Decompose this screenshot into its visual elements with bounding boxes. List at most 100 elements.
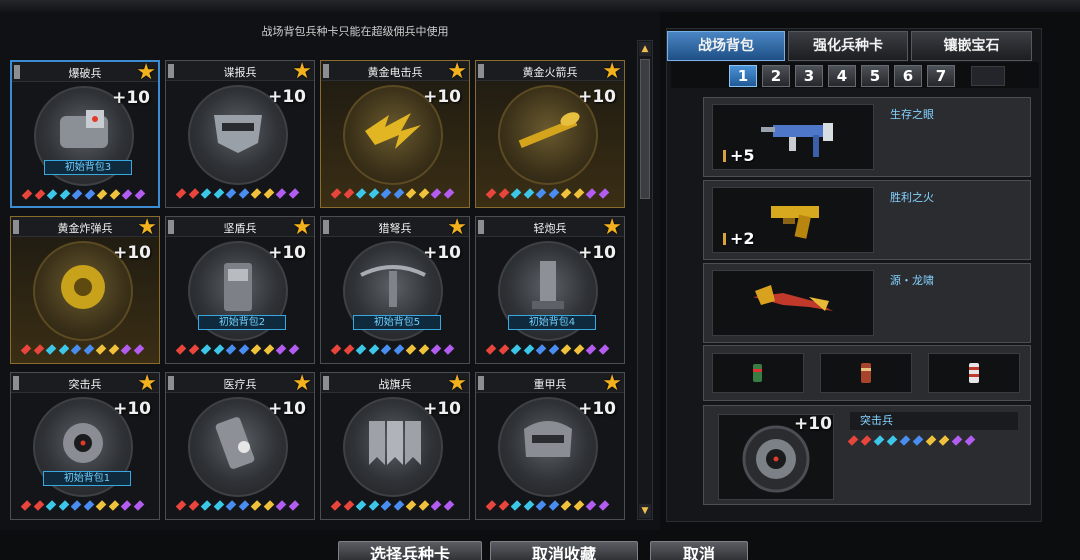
- weapon-image: [712, 270, 874, 336]
- soldier-plus: +10: [794, 414, 832, 434]
- gem-icon: [573, 344, 584, 355]
- soldier-card[interactable]: 医疗兵 ★ +10: [165, 371, 315, 520]
- weapon-slot-2[interactable]: +2 胜利之火: [703, 180, 1031, 260]
- gem-icon: [175, 188, 187, 199]
- grenade-slot[interactable]: [712, 353, 804, 393]
- unfavorite-button[interactable]: 取消收藏: [490, 541, 638, 560]
- gem-icon: [45, 344, 57, 355]
- grenade-slot[interactable]: [928, 353, 1020, 393]
- scroll-thumb[interactable]: [640, 59, 650, 199]
- card-gems: [330, 344, 463, 355]
- weapon-slot-1[interactable]: +5 生存之眼: [703, 97, 1031, 177]
- gem-icon: [964, 435, 976, 446]
- grenade-slot[interactable]: [820, 353, 912, 393]
- star-icon: ★: [292, 59, 312, 84]
- soldier-card[interactable]: 黄金炸弹兵 ★ +10: [10, 215, 160, 364]
- card-plus: +10: [268, 87, 306, 107]
- gem-icon: [873, 435, 885, 446]
- starter-pack-badge: 初始背包2: [198, 315, 286, 330]
- weapon-image: +2: [712, 187, 874, 253]
- gem-icon: [238, 344, 249, 355]
- gem-icon: [485, 188, 497, 199]
- soldier-card[interactable]: 坚盾兵 ★ +10 初始背包2: [165, 215, 315, 364]
- soldier-card[interactable]: 谍报兵 ★ +10: [165, 59, 315, 208]
- gem-icon: [108, 344, 119, 355]
- soldier-card[interactable]: 爆破兵 ★ +10 初始背包3: [10, 60, 160, 208]
- card-scrollbar[interactable]: ▲ ▼: [637, 40, 653, 520]
- gem-icon: [535, 188, 547, 199]
- gem-icon: [368, 500, 379, 511]
- page-button-3[interactable]: 3: [795, 65, 823, 87]
- page-button-7[interactable]: 7: [927, 65, 955, 87]
- gem-icon: [393, 344, 404, 355]
- page-button-6[interactable]: 6: [894, 65, 922, 87]
- select-card-button[interactable]: 选择兵种卡: [338, 541, 482, 560]
- gem-icon: [430, 188, 442, 199]
- soldier-card[interactable]: 重甲兵 ★ +10: [475, 371, 625, 520]
- gem-icon: [33, 344, 44, 355]
- gold-mine-icon: [61, 265, 105, 309]
- page-button-4[interactable]: 4: [828, 65, 856, 87]
- gem-icon: [847, 435, 859, 446]
- star-icon: ★: [447, 215, 467, 240]
- weapon-qty: +5: [730, 146, 755, 165]
- scroll-down-icon[interactable]: ▼: [639, 504, 651, 518]
- soldier-card[interactable]: 轻炮兵 ★ +10 初始背包4: [475, 215, 625, 364]
- page-button-1[interactable]: 1: [729, 65, 757, 87]
- gem-icon: [925, 435, 937, 446]
- weapon-slot-3[interactable]: 源・龙啸: [703, 263, 1031, 343]
- gem-icon: [288, 188, 299, 199]
- star-icon: ★: [447, 371, 467, 396]
- weapon-image: +5: [712, 104, 874, 170]
- cancel-button[interactable]: 取消: [650, 541, 748, 560]
- grenade-row: [703, 345, 1031, 401]
- gem-icon: [200, 344, 212, 355]
- soldier-gems: [847, 435, 1010, 446]
- rocket-launcher-icon: [518, 112, 580, 148]
- gem-icon: [225, 188, 237, 199]
- gem-icon: [598, 344, 609, 355]
- gem-icon: [188, 188, 199, 199]
- heavy-armor-icon: [524, 421, 572, 457]
- gem-icon: [238, 188, 249, 199]
- starter-pack-badge: 初始背包4: [508, 315, 596, 330]
- gem-icon: [860, 435, 872, 446]
- gem-icon: [405, 500, 417, 511]
- soldier-card[interactable]: 突击兵 ★ +10 初始背包1: [10, 371, 160, 520]
- card-plus: +10: [578, 399, 616, 419]
- page-button-2[interactable]: 2: [762, 65, 790, 87]
- page-scroll-arrows[interactable]: [971, 66, 1005, 86]
- tab-battle-pack[interactable]: 战场背包: [667, 31, 785, 61]
- gem-icon: [343, 188, 354, 199]
- tab-enhance-card[interactable]: 强化兵种卡: [788, 31, 908, 61]
- gem-icon: [133, 500, 144, 511]
- gem-icon: [70, 500, 82, 511]
- card-gems: [175, 188, 308, 199]
- gem-icon: [393, 500, 404, 511]
- gem-icon: [548, 500, 559, 511]
- starter-pack-badge: 初始背包1: [43, 471, 131, 486]
- gem-icon: [443, 188, 454, 199]
- page-button-5[interactable]: 5: [861, 65, 889, 87]
- gem-icon: [225, 344, 237, 355]
- selected-soldier-slot[interactable]: +10 突击兵: [703, 405, 1031, 505]
- gem-icon: [405, 188, 417, 199]
- card-gems: [20, 500, 153, 511]
- star-icon: ★: [602, 371, 622, 396]
- card-gems: [175, 344, 308, 355]
- gem-icon: [95, 500, 107, 511]
- soldier-card[interactable]: 战旗兵 ★ +10: [320, 371, 470, 520]
- card-gems: [330, 188, 463, 199]
- soldier-card[interactable]: 黄金火箭兵 ★ +10: [475, 59, 625, 208]
- gem-icon: [598, 188, 609, 199]
- soldier-card[interactable]: 黄金电击兵 ★ +10: [320, 59, 470, 208]
- star-icon: ★: [292, 215, 312, 240]
- gem-icon: [951, 435, 963, 446]
- weapon-qty: +2: [730, 229, 755, 248]
- tab-inlay-gems[interactable]: 镶嵌宝石: [911, 31, 1032, 61]
- gem-icon: [380, 188, 392, 199]
- gem-icon: [498, 500, 509, 511]
- riot-shield-icon: [224, 263, 252, 311]
- soldier-card[interactable]: 猎弩兵 ★ +10 初始背包5: [320, 215, 470, 364]
- scroll-up-icon[interactable]: ▲: [639, 42, 651, 56]
